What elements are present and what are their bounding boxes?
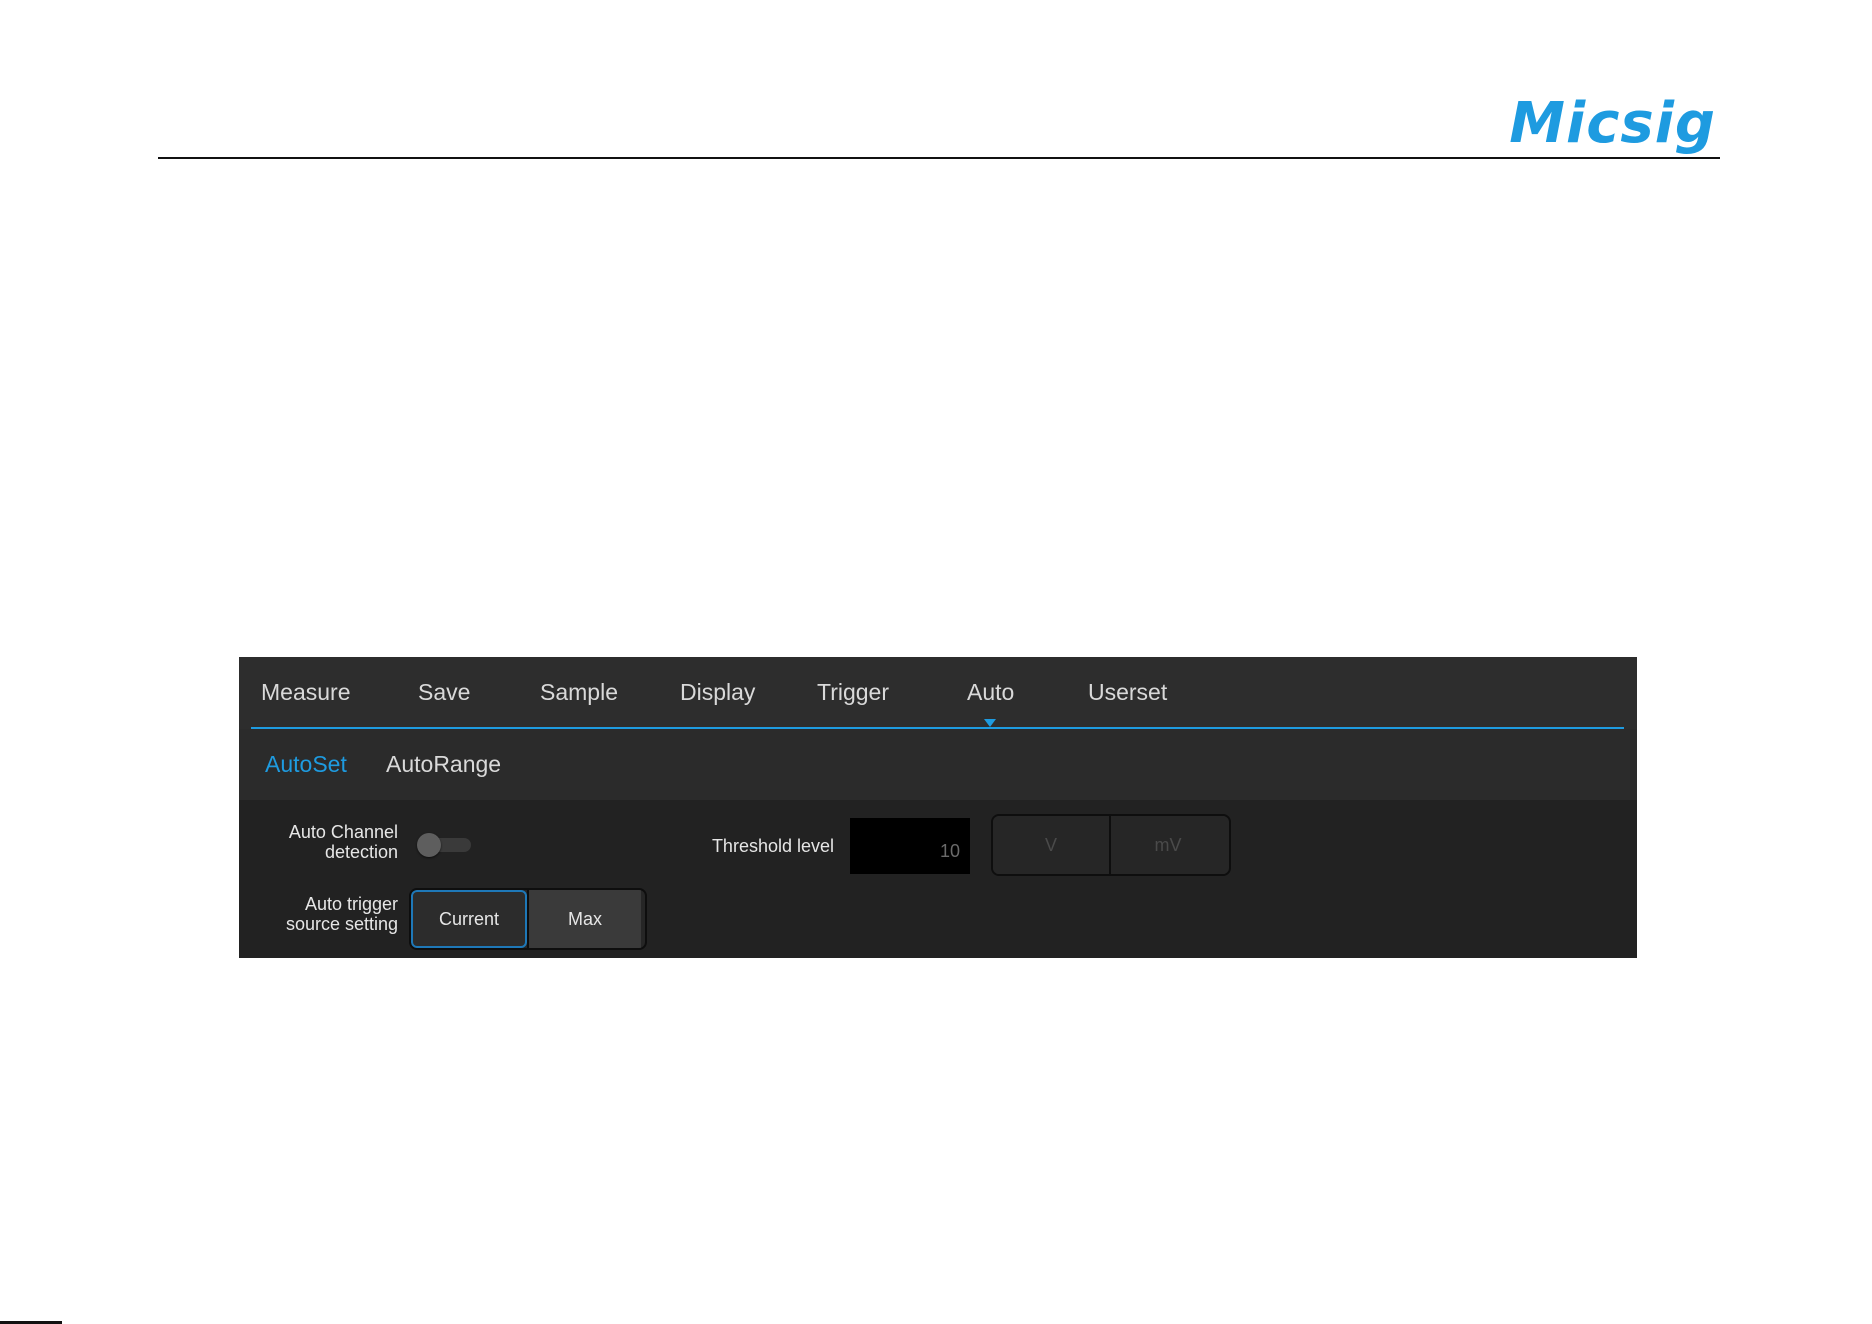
settings-panel: Measure Save Sample Display Trigger Auto…	[239, 657, 1637, 958]
tab-measure[interactable]: Measure	[261, 679, 350, 706]
auto-trigger-source-label-line2: source setting	[285, 914, 398, 934]
tab-save[interactable]: Save	[418, 679, 470, 706]
auto-channel-detection-label-line2: detection	[324, 842, 398, 862]
unit-mv-button[interactable]: mV	[1109, 816, 1225, 874]
toggle-knob	[417, 833, 441, 857]
subtab-autorange[interactable]: AutoRange	[386, 751, 501, 778]
header-divider	[158, 157, 1720, 159]
sub-tab-bar: AutoSet AutoRange	[239, 729, 1637, 800]
trigger-source-max-button[interactable]: Max	[527, 890, 641, 948]
auto-channel-detection-label-line1: Auto Channel	[288, 822, 398, 842]
micsig-logo: Micsig	[1509, 91, 1716, 156]
auto-trigger-source-label: Auto trigger source setting	[263, 894, 398, 934]
tab-trigger[interactable]: Trigger	[817, 679, 889, 706]
tab-sample[interactable]: Sample	[540, 679, 618, 706]
auto-trigger-source-selector: Current Max	[409, 888, 647, 950]
subtab-autoset[interactable]: AutoSet	[265, 751, 347, 778]
tab-display[interactable]: Display	[680, 679, 755, 706]
unit-v-button[interactable]: V	[993, 816, 1109, 874]
active-tab-caret-icon	[984, 719, 996, 727]
threshold-level-input[interactable]	[850, 818, 970, 874]
auto-trigger-source-label-line1: Auto trigger	[304, 894, 398, 914]
main-tab-bar: Measure Save Sample Display Trigger Auto…	[239, 657, 1637, 729]
auto-channel-detection-toggle[interactable]	[417, 833, 473, 857]
trigger-source-current-button[interactable]: Current	[411, 890, 527, 948]
threshold-unit-selector: V mV	[991, 814, 1231, 876]
auto-channel-detection-label: Auto Channel detection	[269, 822, 398, 862]
threshold-level-label: Threshold level	[711, 836, 834, 856]
tab-auto[interactable]: Auto	[967, 679, 1014, 706]
autoset-settings: Auto Channel detection Threshold level V…	[239, 800, 1637, 958]
tab-userset[interactable]: Userset	[1088, 679, 1167, 706]
